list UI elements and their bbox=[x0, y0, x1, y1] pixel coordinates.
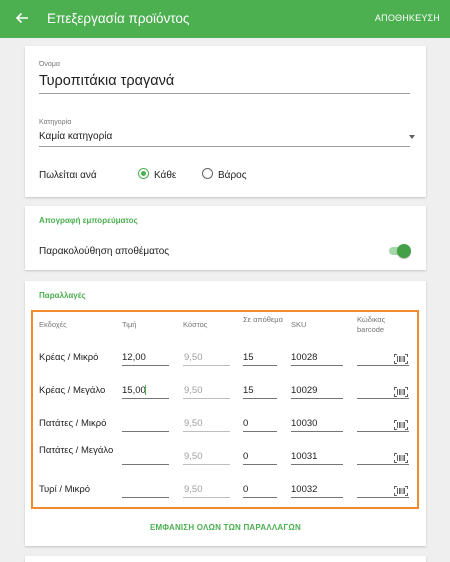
inventory-section-header: Απογραφή εμπορεύματος bbox=[39, 216, 138, 225]
product-details-card: Όνομα Τυροπιτάκια τραγανά Κατηγορία Καμί… bbox=[25, 46, 426, 197]
column-header-price: Τιμή bbox=[122, 320, 137, 329]
variant-cost-field[interactable]: 9,50 bbox=[184, 451, 203, 462]
track-stock-toggle-thumb[interactable] bbox=[397, 244, 411, 258]
variant-sku-field[interactable]: 10032 bbox=[291, 484, 317, 495]
sold-by-weight-radio[interactable] bbox=[202, 168, 213, 179]
variant-sku-field[interactable]: 10030 bbox=[291, 418, 317, 429]
variant-price-field[interactable]: 12,00 bbox=[122, 352, 146, 363]
arrow-back-icon[interactable] bbox=[14, 10, 30, 26]
track-stock-label: Παρακολούθηση αποθέματος bbox=[39, 246, 170, 257]
variant-stock-underline bbox=[243, 431, 277, 432]
variant-price-underline bbox=[122, 464, 169, 465]
barcode-scan-icon[interactable] bbox=[394, 384, 408, 397]
variant-sku-underline bbox=[291, 431, 343, 432]
variant-stock-field[interactable]: 15 bbox=[243, 352, 254, 363]
show-all-variants-button[interactable]: ΕΜΦΑΝΙΣΗ ΟΛΩΝ ΤΩΝ ΠΑΡΑΛΛΑΓΩΝ bbox=[25, 523, 426, 532]
sold-by-each-label[interactable]: Κάθε bbox=[154, 170, 176, 181]
variant-stock-field[interactable]: 0 bbox=[243, 484, 248, 495]
variant-price-underline bbox=[122, 497, 169, 498]
variant-sku-underline bbox=[291, 398, 343, 399]
variant-sku-field[interactable]: 10029 bbox=[291, 385, 317, 396]
variant-barcode-underline bbox=[357, 431, 409, 432]
variant-sku-underline bbox=[291, 464, 343, 465]
variants-section-header: Παραλλαγές bbox=[39, 291, 86, 300]
variant-cost-underline bbox=[183, 464, 230, 465]
inventory-card: Απογραφή εμπορεύματος Παρακολούθηση αποθ… bbox=[25, 206, 426, 270]
barcode-scan-icon[interactable] bbox=[394, 417, 408, 430]
variant-price-underline bbox=[122, 365, 169, 366]
barcode-scan-icon[interactable] bbox=[394, 483, 408, 496]
sold-by-weight-label[interactable]: Βάρος bbox=[218, 170, 247, 181]
category-select[interactable]: Καμία κατηγορία bbox=[39, 131, 112, 142]
category-field-label: Κατηγορία bbox=[39, 119, 72, 126]
name-field[interactable]: Τυροπιτάκια τραγανά bbox=[39, 73, 174, 89]
variant-stock-underline bbox=[243, 398, 277, 399]
variant-name: Πατάτες / Μικρό bbox=[39, 418, 107, 429]
variant-sku-field[interactable]: 10031 bbox=[291, 451, 317, 462]
variants-card: Παραλλαγές Εκδοχές Τιμή Κόστος Σε απόθεμ… bbox=[25, 281, 426, 546]
column-header-stock: Σε απόθεμα bbox=[243, 315, 283, 324]
variant-sku-field[interactable]: 10028 bbox=[291, 352, 317, 363]
column-header-barcode: Κώδικας barcode bbox=[357, 315, 386, 334]
variant-cost-field[interactable]: 9,50 bbox=[184, 484, 203, 495]
name-field-label: Όνομα bbox=[39, 61, 60, 68]
text-cursor bbox=[145, 385, 146, 395]
next-card bbox=[25, 556, 426, 562]
name-field-underline bbox=[39, 93, 410, 94]
variant-sku-underline bbox=[291, 497, 343, 498]
column-header-variant: Εκδοχές bbox=[39, 320, 67, 329]
variant-cost-field[interactable]: 9,50 bbox=[184, 418, 203, 429]
sold-by-label: Πωλείται ανά bbox=[39, 170, 97, 181]
sold-by-each-radio[interactable] bbox=[138, 168, 149, 179]
app-bar: Επεξεργασία προϊόντος ΑΠΟΘΗΚΕΥΣΗ bbox=[0, 0, 450, 38]
barcode-scan-icon[interactable] bbox=[394, 450, 408, 463]
variant-barcode-underline bbox=[357, 497, 409, 498]
variant-name: Τυρί / Μικρό bbox=[39, 484, 91, 495]
variant-barcode-underline bbox=[357, 398, 409, 399]
variant-stock-underline bbox=[243, 365, 277, 366]
variant-cost-field[interactable]: 9,50 bbox=[184, 385, 203, 396]
variant-barcode-underline bbox=[357, 365, 409, 366]
category-select-underline bbox=[39, 146, 410, 147]
save-button[interactable]: ΑΠΟΘΗΚΕΥΣΗ bbox=[375, 13, 440, 23]
variant-price-field[interactable]: 15,00 bbox=[122, 385, 146, 396]
barcode-scan-icon[interactable] bbox=[394, 351, 408, 364]
variant-name: Πατάτες / Μεγάλο bbox=[39, 445, 114, 456]
variant-stock-field[interactable]: 0 bbox=[243, 418, 248, 429]
variant-price-underline bbox=[122, 398, 169, 399]
variant-cost-underline bbox=[183, 365, 230, 366]
variant-cost-underline bbox=[183, 398, 230, 399]
dropdown-arrow-icon[interactable] bbox=[409, 135, 415, 139]
variant-price-underline bbox=[122, 431, 169, 432]
column-header-cost: Κόστος bbox=[183, 320, 208, 329]
variant-stock-underline bbox=[243, 464, 277, 465]
variant-cost-underline bbox=[183, 431, 230, 432]
page-title: Επεξεργασία προϊόντος bbox=[47, 11, 190, 26]
column-header-sku: SKU bbox=[291, 320, 307, 329]
variant-cost-field[interactable]: 9,50 bbox=[184, 352, 203, 363]
variant-stock-field[interactable]: 15 bbox=[243, 385, 254, 396]
variant-name: Κρέας / Μικρό bbox=[39, 352, 99, 363]
variant-barcode-underline bbox=[357, 464, 409, 465]
variant-stock-underline bbox=[243, 497, 277, 498]
variant-stock-field[interactable]: 0 bbox=[243, 451, 248, 462]
variant-sku-underline bbox=[291, 365, 343, 366]
variant-name: Κρέας / Μεγάλο bbox=[39, 385, 106, 396]
variants-table-highlight bbox=[31, 310, 419, 509]
variant-cost-underline bbox=[183, 497, 230, 498]
